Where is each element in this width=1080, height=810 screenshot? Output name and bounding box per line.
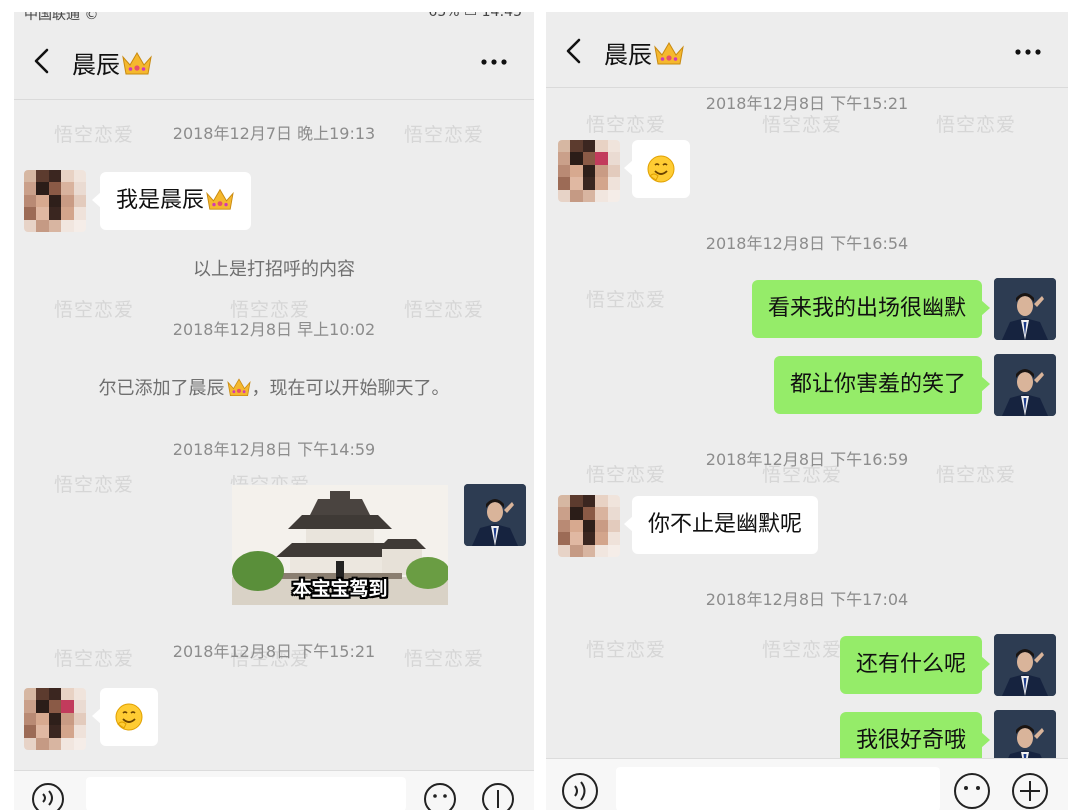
watermark: 悟空恋爱 bbox=[586, 639, 667, 661]
grin-emoji-icon bbox=[647, 155, 675, 183]
notice-text: 尔已添加了晨辰 bbox=[98, 378, 225, 399]
message-received[interactable]: 你不止是幽默呢 bbox=[623, 496, 819, 554]
status-carrier: 中国联通 © bbox=[24, 12, 99, 22]
message-sent[interactable]: 看来我的出场很幽默 bbox=[751, 280, 991, 338]
my-avatar[interactable] bbox=[994, 278, 1056, 340]
grin-emoji-icon bbox=[115, 703, 143, 731]
voice-icon[interactable] bbox=[30, 781, 66, 810]
emoji-icon[interactable] bbox=[952, 771, 992, 810]
emoji-message[interactable] bbox=[624, 140, 690, 198]
timestamp: 2018年12月8日 下午17:04 bbox=[705, 590, 909, 609]
timestamp: 2018年12月7日 晚上19:13 bbox=[172, 124, 376, 143]
contact-name: 晨辰 bbox=[604, 41, 652, 69]
emoji-message[interactable] bbox=[92, 688, 158, 746]
timestamp: 2018年12月8日 下午15:21 bbox=[172, 642, 376, 661]
status-bar: 中国联通 © 65% ▭ 14:45 bbox=[14, 12, 534, 22]
back-icon[interactable] bbox=[564, 38, 586, 64]
watermark: 悟空恋爱 bbox=[54, 474, 135, 496]
sticker-caption: 本宝宝驾到 bbox=[292, 578, 388, 600]
contact-name: 晨辰 bbox=[72, 51, 120, 79]
system-notice: 以上是打招呼的内容 bbox=[193, 259, 355, 280]
man-portrait-icon bbox=[464, 484, 526, 546]
plus-icon[interactable] bbox=[480, 781, 516, 810]
message-text: 我是晨辰 bbox=[116, 188, 205, 213]
notice-text: ，现在可以开始聊天了。 bbox=[251, 378, 450, 399]
chat-screen-right: 晨辰 悟空恋爱 悟空恋爱 悟空恋爱 悟空恋爱 悟空恋爱 悟空恋爱 悟空恋爱 悟空… bbox=[546, 12, 1068, 810]
emoji-icon[interactable] bbox=[422, 781, 458, 810]
sticker-image[interactable]: 本宝宝驾到 bbox=[232, 485, 448, 605]
chat-header: 晨辰 bbox=[14, 22, 534, 100]
system-notice-added: 尔已添加了晨辰 ，现在可以开始聊天了。 bbox=[14, 374, 534, 400]
timestamp: 2018年12月8日 下午14:59 bbox=[172, 440, 376, 459]
chat-screen-left: 中国联通 © 65% ▭ 14:45 晨辰 悟空恋爱 悟空恋爱 悟空恋爱 悟空恋… bbox=[14, 12, 534, 810]
crown-icon bbox=[206, 188, 234, 210]
crown-icon bbox=[226, 378, 251, 397]
plus-icon[interactable] bbox=[1010, 771, 1050, 810]
watermark: 悟空恋爱 bbox=[586, 289, 667, 311]
contact-avatar[interactable] bbox=[24, 170, 86, 232]
watermark: 悟空恋爱 bbox=[586, 114, 667, 136]
my-avatar[interactable] bbox=[994, 354, 1056, 416]
crown-icon bbox=[122, 51, 152, 74]
timestamp: 2018年12月8日 下午16:54 bbox=[705, 234, 909, 253]
timestamp: 2018年12月8日 下午15:21 bbox=[705, 94, 909, 113]
watermark: 悟空恋爱 bbox=[762, 114, 843, 136]
message-sent[interactable]: 都让你害羞的笑了 bbox=[773, 356, 991, 414]
contact-avatar[interactable] bbox=[558, 495, 620, 557]
voice-icon[interactable] bbox=[560, 771, 600, 810]
watermark: 悟空恋爱 bbox=[762, 639, 843, 661]
contact-avatar[interactable] bbox=[558, 140, 620, 202]
input-bar bbox=[546, 758, 1068, 810]
more-icon[interactable] bbox=[1014, 48, 1042, 56]
back-icon[interactable] bbox=[32, 48, 54, 74]
chat-header: 晨辰 bbox=[546, 12, 1068, 88]
my-avatar[interactable] bbox=[994, 634, 1056, 696]
my-avatar[interactable] bbox=[464, 484, 526, 546]
input-bar bbox=[14, 770, 534, 810]
chat-title: 晨辰 bbox=[604, 35, 685, 70]
message-sent[interactable]: 还有什么呢 bbox=[839, 636, 991, 694]
message-input[interactable] bbox=[616, 767, 940, 810]
contact-avatar[interactable] bbox=[24, 688, 86, 750]
timestamp: 2018年12月8日 早上10:02 bbox=[172, 320, 376, 339]
message-received[interactable]: 我是晨辰 bbox=[91, 172, 252, 230]
status-info: 65% ▭ 14:45 bbox=[428, 12, 522, 20]
man-portrait-icon bbox=[994, 634, 1056, 696]
chat-title: 晨辰 bbox=[72, 45, 153, 80]
more-icon[interactable] bbox=[480, 58, 508, 66]
watermark: 悟空恋爱 bbox=[936, 114, 1017, 136]
man-portrait-icon bbox=[994, 278, 1056, 340]
timestamp: 2018年12月8日 下午16:59 bbox=[705, 450, 909, 469]
message-input[interactable] bbox=[86, 777, 406, 810]
crown-icon bbox=[654, 41, 684, 64]
man-portrait-icon bbox=[994, 354, 1056, 416]
